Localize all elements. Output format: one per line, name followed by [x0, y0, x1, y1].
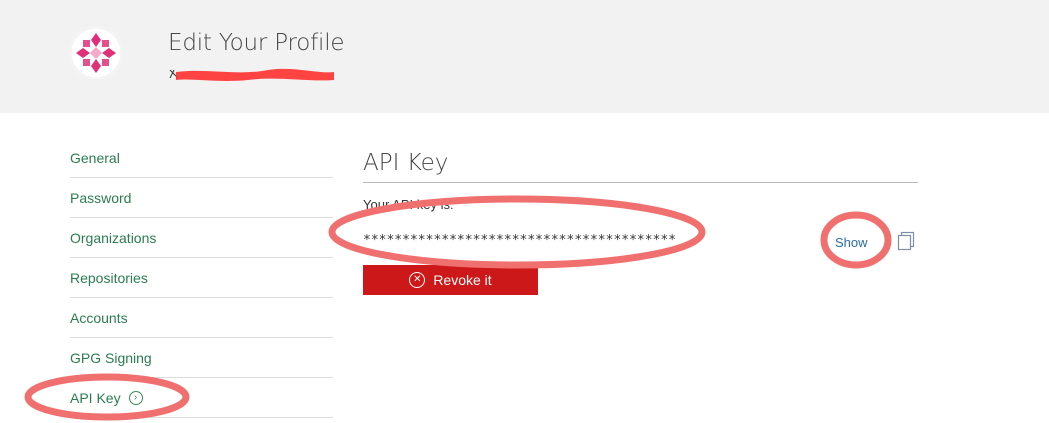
api-key-value: ****************************************: [363, 233, 677, 248]
settings-sidebar: General Password Organizations Repositor…: [70, 138, 333, 418]
chevron-right-circle-icon: ›: [128, 390, 143, 405]
sidebar-item-organizations[interactable]: Organizations: [70, 218, 333, 258]
page-title: Edit Your Profile: [168, 30, 345, 56]
profile-header: Edit Your Profile: [0, 0, 1049, 113]
sidebar-item-label: Accounts: [70, 309, 128, 326]
sidebar-item-label: Organizations: [70, 229, 157, 246]
sidebar-item-label: General: [70, 149, 120, 166]
avatar: [70, 27, 122, 79]
geometric-logo-icon: [70, 27, 122, 79]
sidebar-item-label: Password: [70, 189, 132, 206]
sidebar-item-label: GPG Signing: [70, 349, 152, 366]
redacted-username: [169, 68, 334, 81]
sidebar-item-repositories[interactable]: Repositories: [70, 258, 333, 298]
sidebar-item-password[interactable]: Password: [70, 178, 333, 218]
sidebar-item-accounts[interactable]: Accounts: [70, 298, 333, 338]
revoke-button-label: Revoke it: [433, 272, 492, 288]
sidebar-item-label: Repositories: [70, 269, 148, 286]
api-key-panel: API Key Your API key is: ***************…: [363, 150, 918, 295]
sidebar-item-label: API Key: [70, 389, 121, 406]
show-key-link[interactable]: Show: [835, 235, 868, 250]
copy-icon[interactable]: [895, 230, 917, 252]
sidebar-item-gpg-signing[interactable]: GPG Signing: [70, 338, 333, 378]
sidebar-item-api-key[interactable]: API Key ›: [70, 378, 333, 418]
api-key-label: Your API key is:: [363, 197, 454, 212]
circle-x-icon: ✕: [409, 272, 426, 288]
sidebar-item-general[interactable]: General: [70, 138, 333, 178]
revoke-button[interactable]: ✕ Revoke it: [363, 265, 538, 295]
section-title: API Key: [363, 150, 918, 183]
